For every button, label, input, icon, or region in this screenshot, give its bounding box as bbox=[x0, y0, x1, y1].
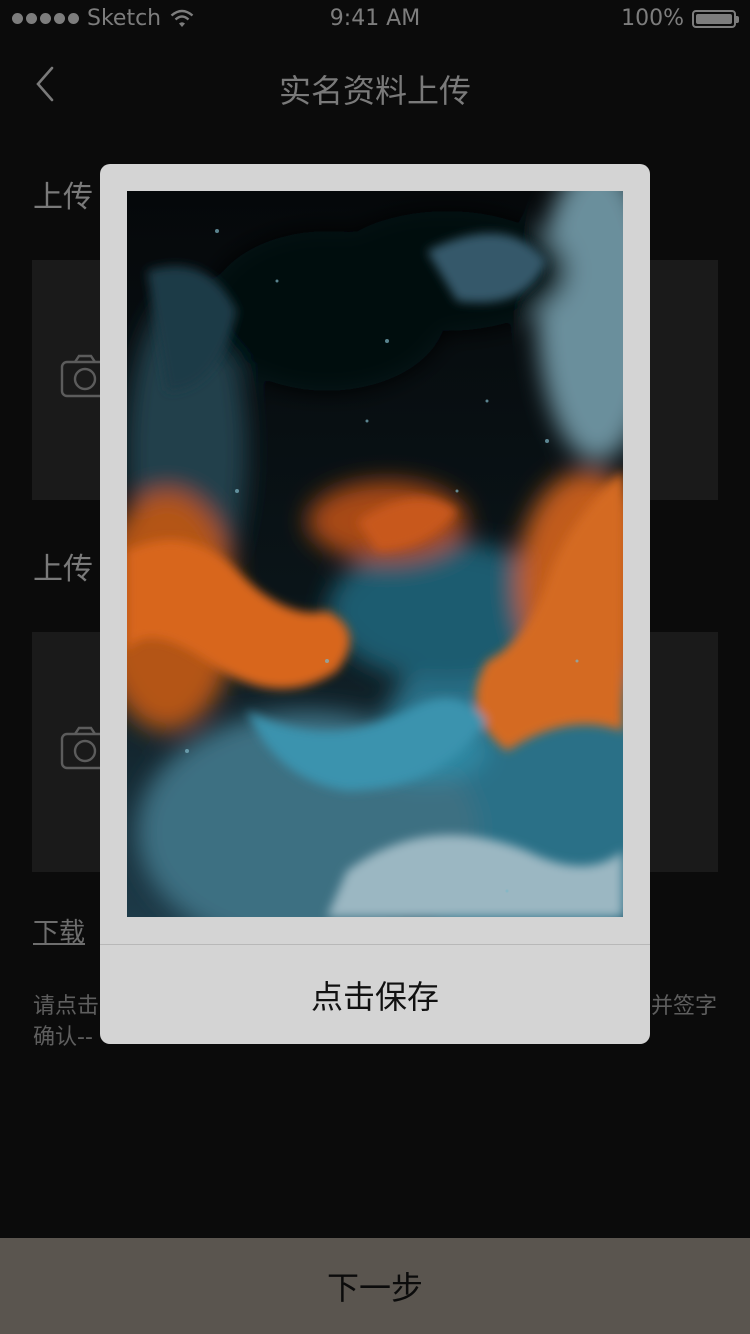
abstract-fluid-art-image bbox=[127, 191, 623, 917]
image-save-modal: 点击保存 bbox=[100, 164, 650, 1044]
art-image-graphic bbox=[127, 191, 623, 917]
save-image-button[interactable]: 点击保存 bbox=[100, 945, 650, 1044]
